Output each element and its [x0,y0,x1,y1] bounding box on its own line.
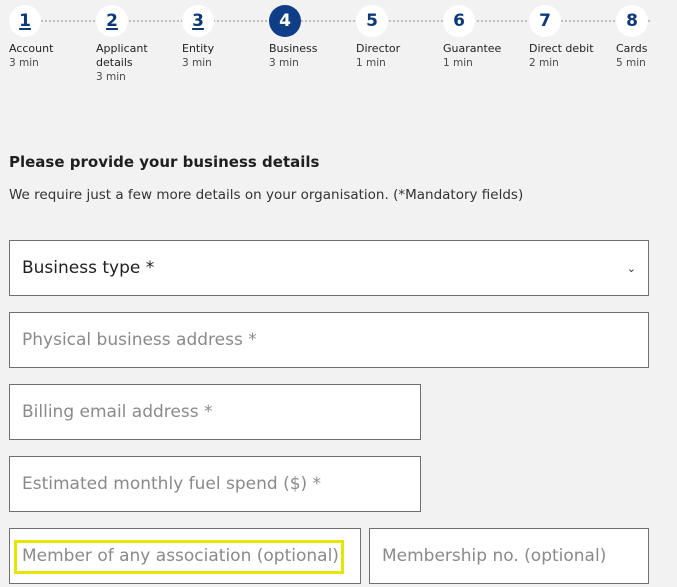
step-label: Account [9,42,54,55]
physical-address-input[interactable]: Physical business address * [9,312,649,368]
focus-highlight [14,540,344,574]
step-entity[interactable]: 3 Entity 3 min [182,5,268,70]
step-time: 2 min [529,57,559,69]
step-number: 3 [182,5,214,37]
step-applicant-details[interactable]: 2 Applicant details 3 min [96,5,182,84]
step-number: 4 [269,5,301,37]
step-time: 5 min [616,57,646,69]
step-time: 1 min [356,57,386,69]
step-time: 3 min [269,57,299,69]
step-number: 5 [356,5,388,37]
page-heading: Please provide your business details [9,153,320,171]
step-label: Director [356,42,401,55]
step-label: Business [269,42,318,55]
page-subtext: We require just a few more details on yo… [9,187,524,203]
step-number: 6 [443,5,475,37]
step-label: Entity [182,42,215,55]
step-label: Guarantee [443,42,502,55]
business-type-label: Business type * [22,258,155,278]
progress-stepper: 1 Account 3 min 2 Applicant details 3 mi… [0,0,677,100]
step-guarantee: 6 Guarantee 1 min [443,5,529,70]
step-number: 8 [616,5,648,37]
step-label: Applicant details [96,42,148,69]
chevron-down-icon: ⌄ [626,261,636,275]
step-number: 2 [96,5,128,37]
physical-address-placeholder: Physical business address * [22,330,257,350]
step-time: 3 min [9,57,39,69]
step-number: 7 [529,5,561,37]
membership-number-input[interactable]: Membership no. (optional) [369,528,649,584]
billing-email-placeholder: Billing email address * [22,402,213,422]
billing-email-input[interactable]: Billing email address * [9,384,421,440]
step-director: 5 Director 1 min [356,5,442,70]
business-type-select[interactable]: Business type * ⌄ [9,240,649,296]
fuel-spend-placeholder: Estimated monthly fuel spend ($) * [22,474,322,494]
fuel-spend-input[interactable]: Estimated monthly fuel spend ($) * [9,456,421,512]
step-direct-debit: 7 Direct debit 2 min [529,5,615,70]
step-account[interactable]: 1 Account 3 min [9,5,95,70]
step-business: 4 Business 3 min [269,5,355,70]
step-cards: 8 Cards 5 min [616,5,676,70]
step-time: 1 min [443,57,473,69]
step-time: 3 min [96,71,126,83]
step-label: Direct debit [529,42,594,55]
membership-number-placeholder: Membership no. (optional) [382,546,607,566]
step-number: 1 [9,5,41,37]
step-label: Cards [616,42,648,55]
step-time: 3 min [182,57,212,69]
